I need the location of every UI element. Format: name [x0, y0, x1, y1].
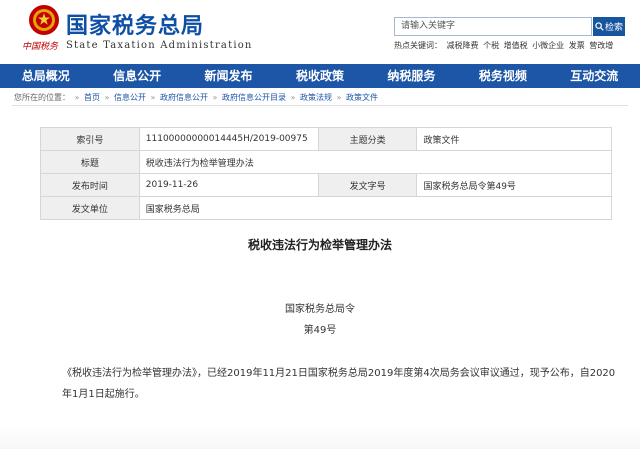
breadcrumb-divider: [12, 105, 628, 106]
main-nav: 总局概况 信息公开 新闻发布 税收政策 纳税服务 税务视频 互动交流: [0, 64, 640, 88]
breadcrumb-item-regulations[interactable]: 政策法规: [300, 93, 332, 102]
page-bottom-shade: [0, 425, 640, 449]
article-title: 税收违法行为检举管理办法: [247, 238, 392, 252]
info-label: 发文单位: [40, 196, 140, 220]
breadcrumb-item-policy-docs[interactable]: 政策文件: [346, 93, 378, 102]
breadcrumb-prefix: 您所在的位置：: [14, 93, 70, 102]
info-label: 索引号: [40, 127, 140, 151]
breadcrumb-separator: »: [212, 93, 218, 102]
breadcrumb-item-gov-info[interactable]: 政府信息公开: [160, 93, 208, 102]
nav-item-taxpayer-service[interactable]: 纳税服务: [381, 64, 441, 88]
info-label: 主题分类: [317, 127, 418, 151]
info-value: 政策文件: [416, 127, 612, 151]
order-number: 第49号: [303, 325, 337, 336]
breadcrumb-item-home[interactable]: 首页: [84, 93, 100, 102]
breadcrumb-separator: »: [290, 93, 296, 102]
breadcrumb: 您所在的位置： » 首页 » 信息公开 » 政府信息公开 » 政府信息公开目录 …: [14, 92, 378, 103]
search-button-label: 检索: [604, 23, 623, 33]
nav-item-interaction[interactable]: 互动交流: [564, 64, 624, 88]
table-row: 发布时间 2019-11-26 发文字号 国家税务总局令第49号: [40, 173, 612, 197]
nav-item-news[interactable]: 新闻发布: [199, 64, 259, 88]
article-body: 《税收违法行为检举管理办法》，已经2019年11月21日国家税务总局2019年度…: [62, 368, 616, 400]
breadcrumb-separator: »: [74, 93, 80, 102]
info-label: 发布时间: [40, 173, 140, 197]
info-value: 11100000000014445H/2019-00975: [138, 127, 319, 151]
brand-script-text: 中国税务: [22, 42, 59, 52]
site-header: 中国税务 国家税务总局 State Taxation Administratio…: [0, 0, 640, 64]
breadcrumb-item-info[interactable]: 信息公开: [114, 93, 146, 102]
national-emblem-icon[interactable]: [28, 4, 60, 36]
site-title-cn[interactable]: 国家税务总局: [66, 8, 204, 40]
table-row: 索引号 11100000000014445H/2019-00975 主题分类 政…: [40, 127, 612, 151]
search-icon: [595, 22, 604, 31]
info-value: 2019-11-26: [138, 173, 319, 197]
hotword-link[interactable]: 营改增: [589, 41, 613, 50]
breadcrumb-separator: »: [150, 93, 156, 102]
hotwords-label: 热点关键词：: [394, 41, 442, 50]
hotword-link[interactable]: 个税: [483, 41, 499, 50]
document-info-table: 索引号 11100000000014445H/2019-00975 主题分类 政…: [40, 127, 613, 220]
table-row: 发文单位 国家税务总局: [40, 196, 613, 220]
hotwords: 热点关键词： 减税降费 个税 增值税 小微企业 发票 营改增: [394, 40, 615, 51]
info-value: 国家税务总局: [138, 196, 613, 220]
nav-item-tax-policy[interactable]: 税收政策: [290, 64, 350, 88]
nav-item-overview[interactable]: 总局概况: [16, 64, 76, 88]
search-input[interactable]: 请输入关键字: [394, 17, 592, 36]
breadcrumb-item-gov-info-catalog[interactable]: 政府信息公开目录: [222, 93, 286, 102]
info-value: 税收违法行为检举管理办法: [138, 150, 613, 174]
hotword-link[interactable]: 减税降费: [447, 41, 479, 50]
search-button[interactable]: 检索: [593, 17, 625, 36]
info-value: 国家税务总局令第49号: [416, 173, 612, 197]
hotword-link[interactable]: 增值税: [504, 41, 528, 50]
breadcrumb-separator: »: [104, 93, 110, 102]
info-label: 标题: [40, 150, 140, 174]
order-issuer: 国家税务总局令: [285, 304, 355, 315]
info-label: 发文字号: [317, 173, 418, 197]
table-row: 标题 税收违法行为检举管理办法: [40, 150, 613, 174]
site-title-en: State Taxation Administration: [66, 40, 253, 51]
nav-item-tax-video[interactable]: 税务视频: [473, 64, 533, 88]
hotword-link[interactable]: 发票: [569, 41, 585, 50]
nav-item-info-disclosure[interactable]: 信息公开: [107, 64, 167, 88]
hotword-link[interactable]: 小微企业: [532, 41, 564, 50]
breadcrumb-separator: »: [336, 93, 342, 102]
